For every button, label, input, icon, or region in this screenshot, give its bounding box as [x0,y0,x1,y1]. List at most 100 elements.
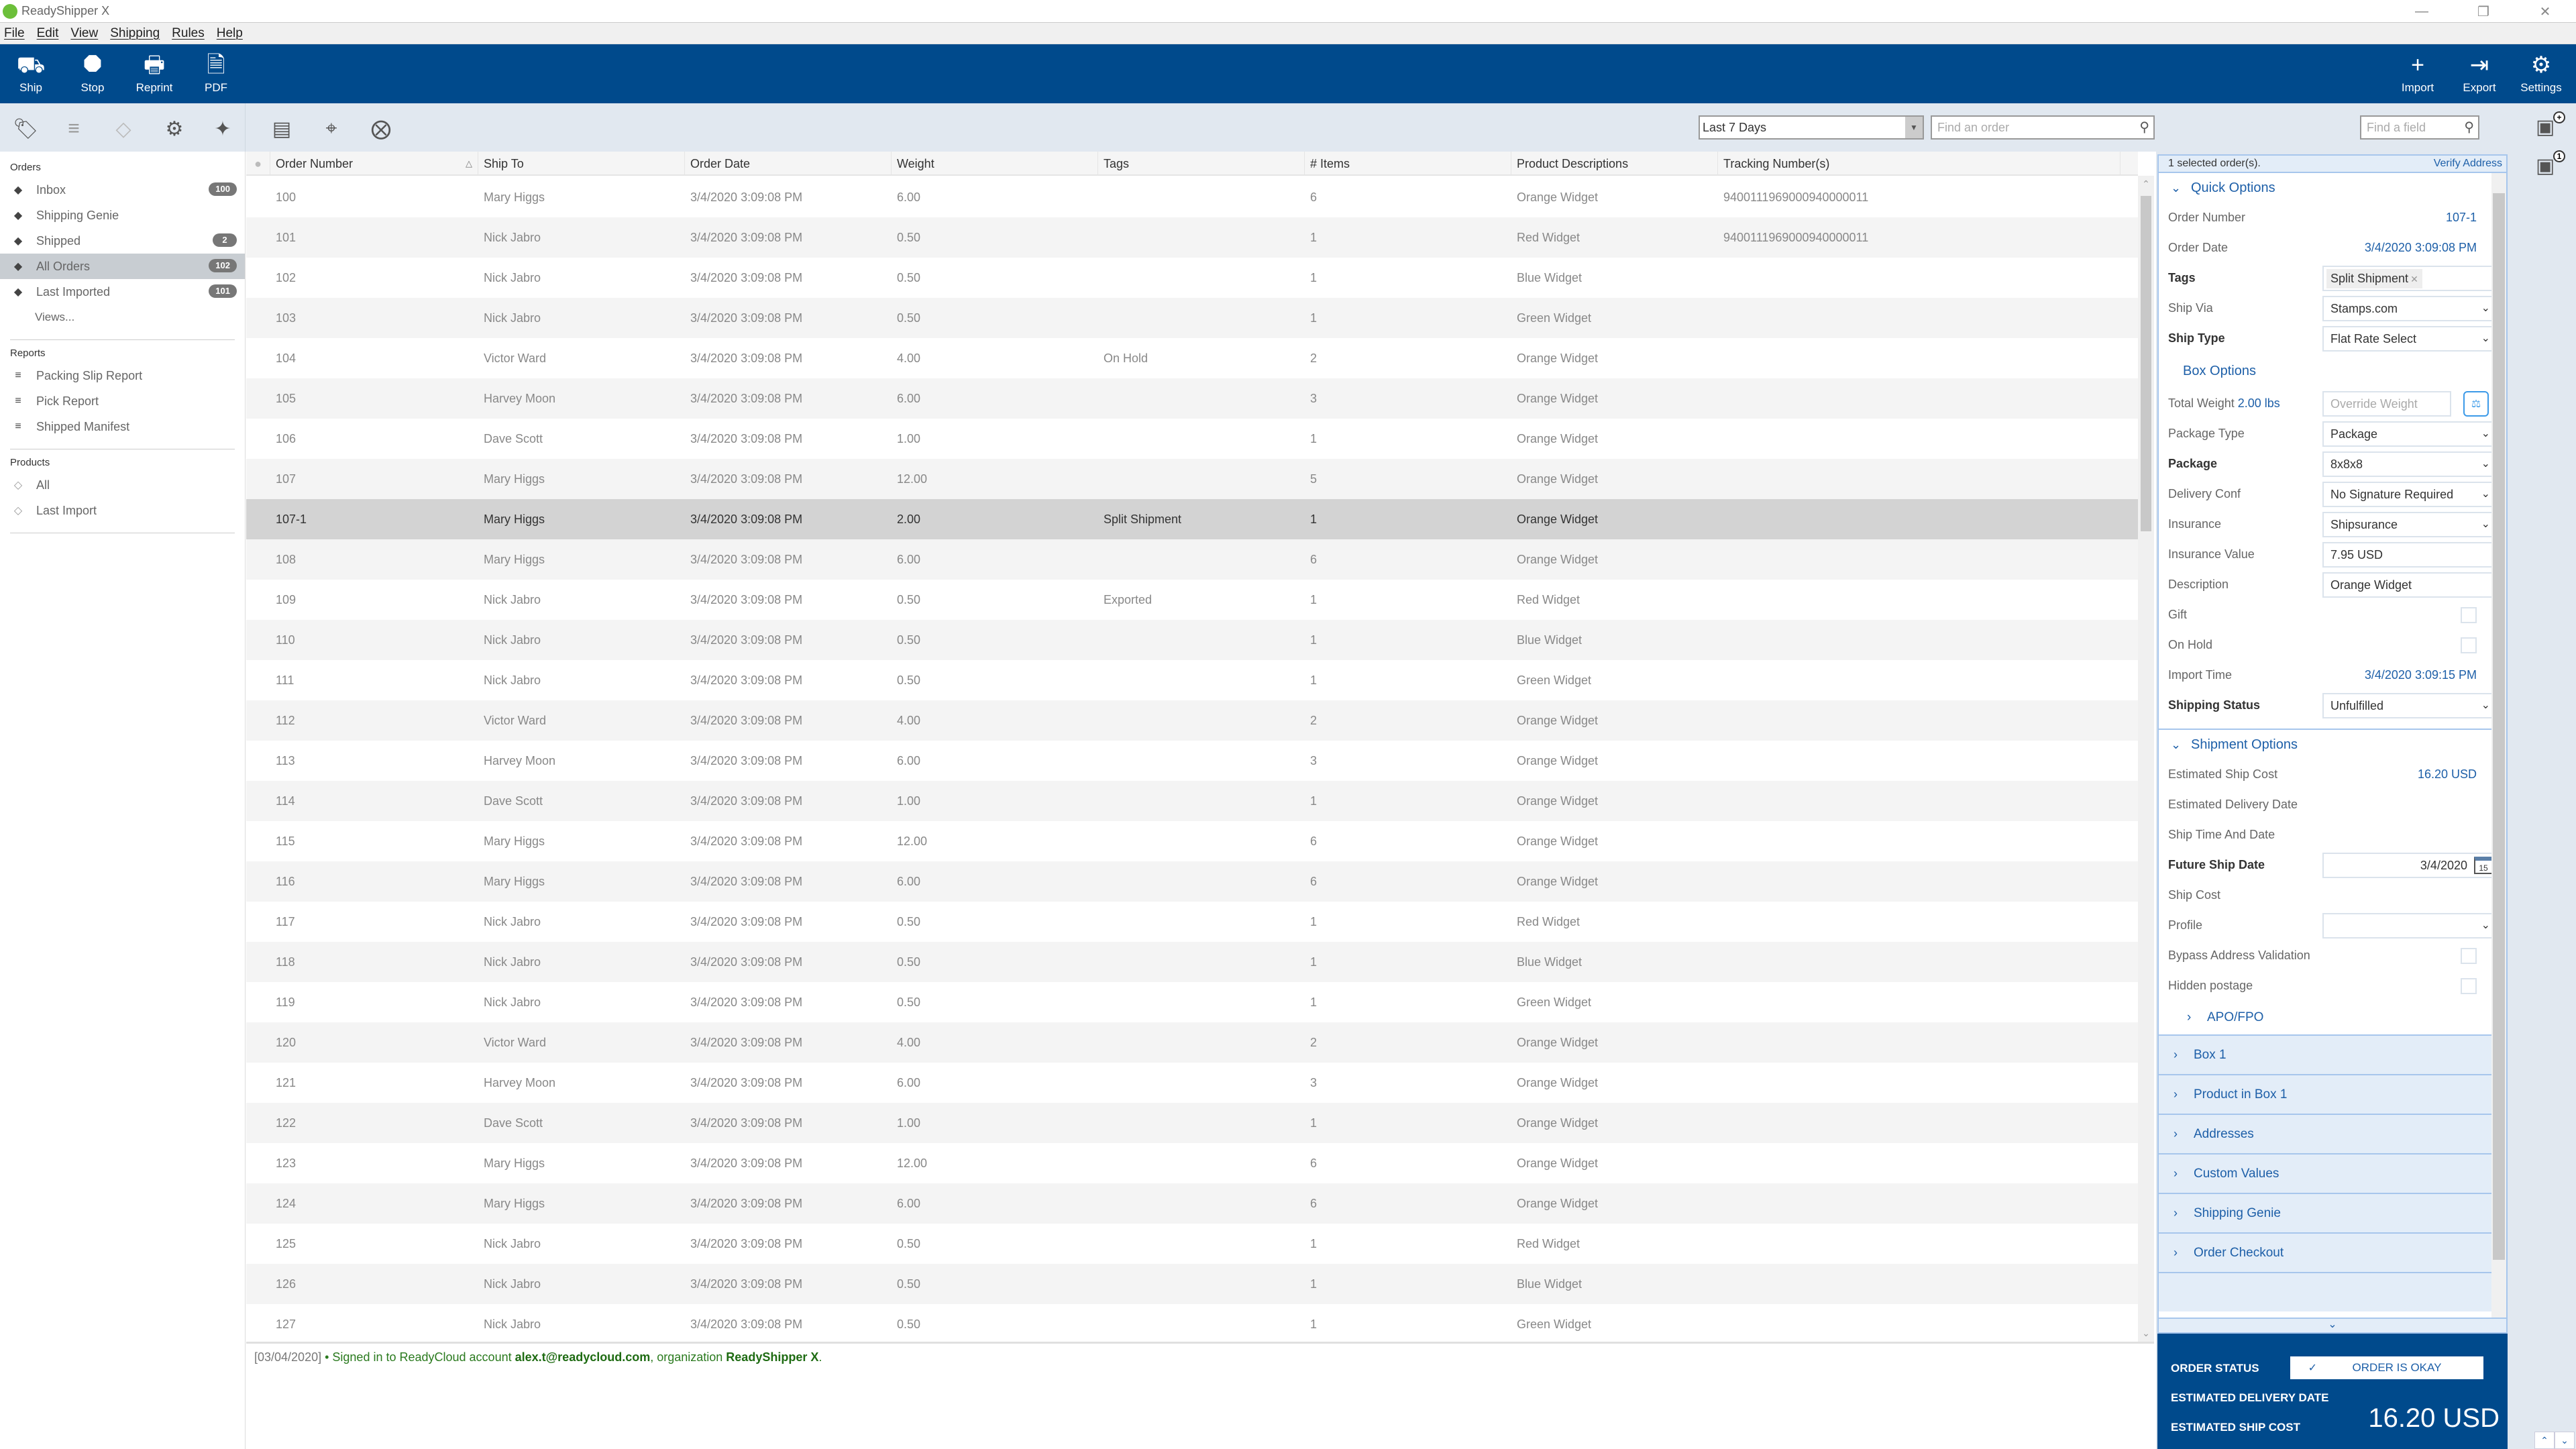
menu-file[interactable]: File [4,26,25,41]
previous-order-button[interactable]: ⌃ [2534,1432,2555,1449]
description-input[interactable]: Orange Widget [2322,572,2498,598]
hidden-postage-checkbox[interactable] [2461,977,2477,994]
table-row[interactable]: 111 Nick Jabro 3/4/2020 3:09:08 PM 0.50 1 Gre… [246,660,2138,700]
find-order-input[interactable]: Find an order ⚲ [1931,115,2155,140]
column-header-order-number[interactable]: Order Number △ [270,152,478,174]
column-header-ship-to[interactable]: Ship To [478,152,685,174]
section-box-1[interactable]: › Box 1 [2159,1034,2493,1074]
sidebar-item-shipped[interactable]: ◆ Shipped 2 [0,228,245,254]
details-scrollbar[interactable] [2491,173,2506,1318]
pdf-button[interactable]: 🗎 PDF [185,44,247,103]
table-row[interactable]: 102 Nick Jabro 3/4/2020 3:09:08 PM 0.50 1 Blu… [246,258,2138,298]
grid-scrollbar[interactable]: ⌃ ⌄ [2138,176,2154,1342]
table-row[interactable]: 110 Nick Jabro 3/4/2020 3:09:08 PM 0.50 1 Blu… [246,620,2138,660]
sidebar-item-last-imported[interactable]: ◆ Last Imported 101 [0,279,245,305]
table-row[interactable]: 107 Mary Higgs 3/4/2020 3:09:08 PM 12.00 5 Or… [246,459,2138,499]
find-field-input[interactable]: Find a field ⚲ [2360,115,2479,140]
report-lines-icon[interactable]: ≡ [60,115,87,142]
menu-view[interactable]: View [70,26,98,41]
table-row[interactable]: 116 Mary Higgs 3/4/2020 3:09:08 PM 6.00 6 Ora… [246,861,2138,902]
verify-address-link[interactable]: Verify Address [2434,158,2502,170]
date-filter-select[interactable]: Last 7 Days ▼ [1699,115,1924,140]
on-hold-checkbox[interactable] [2461,637,2477,653]
table-row[interactable]: 121 Harvey Moon 3/4/2020 3:09:08 PM 6.00 3 Or… [246,1063,2138,1103]
column-header-tracking-numbers[interactable]: Tracking Number(s) [1718,152,2121,174]
section-shipping-genie[interactable]: › Shipping Genie [2159,1193,2493,1232]
menu-shipping[interactable]: Shipping [110,26,160,41]
box-count-icon[interactable]: ▣ 1 [2536,150,2565,181]
table-row[interactable]: 118 Nick Jabro 3/4/2020 3:09:08 PM 0.50 1 Blu… [246,942,2138,982]
expand-more-button[interactable]: ⌄ [2157,1318,2508,1334]
table-row[interactable]: 113 Harvey Moon 3/4/2020 3:09:08 PM 6.00 3 Or… [246,741,2138,781]
tags-input[interactable]: Split Shipment ✕ [2322,265,2498,291]
sidebar-item-packing-slip-report[interactable]: ≡ Packing Slip Report [0,363,245,388]
dropdown-arrow-icon[interactable]: ▼ [1905,117,1923,138]
reprint-button[interactable]: 🖶 Reprint [123,44,185,103]
close-circle-icon[interactable]: ⨂ [368,115,394,142]
table-row[interactable]: 123 Mary Higgs 3/4/2020 3:09:08 PM 12.00 6 Or… [246,1143,2138,1183]
next-order-button[interactable]: ⌄ [2555,1432,2575,1449]
delivery-conf-select[interactable]: No Signature Required ⌄ [2322,481,2498,507]
shipment-options-header[interactable]: ⌄ Shipment Options [2159,730,2493,759]
sidebar-item-products-all[interactable]: ◇ All [0,472,245,498]
settings-button[interactable]: ⚙ Settings [2510,44,2572,103]
package-select[interactable]: 8x8x8 ⌄ [2322,451,2498,477]
table-row[interactable]: 104 Victor Ward 3/4/2020 3:09:08 PM 4.00 On … [246,338,2138,378]
search-icon[interactable]: ⚲ [2139,117,2149,138]
export-button[interactable]: ⇥ Export [2449,44,2510,103]
profile-select[interactable]: ⌄ [2322,912,2498,938]
ship-button[interactable]: ⛟ Ship [0,44,62,103]
table-row[interactable]: 105 Harvey Moon 3/4/2020 3:09:08 PM 6.00 3 Or… [246,378,2138,419]
table-row[interactable]: 106 Dave Scott 3/4/2020 3:09:08 PM 1.00 1 Ora… [246,419,2138,459]
ship-via-select[interactable]: Stamps.com ⌄ [2322,295,2498,321]
sidebar-item-inbox[interactable]: ◆ Inbox 100 [0,177,245,203]
add-box-icon[interactable]: ▣ + [2536,111,2565,142]
document-icon[interactable]: ▤ [268,115,295,142]
sidebar-item-pick-report[interactable]: ≡ Pick Report [0,388,245,414]
table-row[interactable]: 108 Mary Higgs 3/4/2020 3:09:08 PM 6.00 6 Ora… [246,539,2138,580]
shipping-status-select[interactable]: Unfulfilled ⌄ [2322,692,2498,718]
section-partially-hidden[interactable] [2159,1272,2493,1311]
scroll-thumb[interactable] [2141,196,2151,531]
table-row[interactable]: 109 Nick Jabro 3/4/2020 3:09:08 PM 0.50 Expo… [246,580,2138,620]
insurance-value-input[interactable]: 7.95 USD [2322,541,2498,568]
table-row[interactable]: 100 Mary Higgs 3/4/2020 3:09:08 PM 6.00 6 Ora… [246,177,2138,217]
sidebar-item-shipping-genie[interactable]: ◆ Shipping Genie [0,203,245,228]
restore-button[interactable]: ❐ [2453,0,2514,23]
tag-icon[interactable]: 🏷 [12,115,39,142]
section-custom-values[interactable]: › Custom Values [2159,1153,2493,1193]
table-row[interactable]: 114 Dave Scott 3/4/2020 3:09:08 PM 1.00 1 Ora… [246,781,2138,821]
scroll-down-icon[interactable]: ⌄ [2138,1328,2154,1339]
table-row[interactable]: 112 Victor Ward 3/4/2020 3:09:08 PM 4.00 2 Or… [246,700,2138,741]
product-tag-icon[interactable]: ◇ [110,115,137,142]
stop-button[interactable]: ⯃ Stop [62,44,123,103]
table-row[interactable]: 122 Dave Scott 3/4/2020 3:09:08 PM 1.00 1 Ora… [246,1103,2138,1143]
column-header-tags[interactable]: Tags [1098,152,1305,174]
menu-edit[interactable]: Edit [37,26,59,41]
sidebar-item-all-orders[interactable]: ◆ All Orders 102 [0,254,245,279]
crosshair-icon[interactable]: ⌖ [318,115,345,142]
sidebar-item-products-last-import[interactable]: ◇ Last Import [0,498,245,523]
column-header-order-date[interactable]: Order Date [685,152,892,174]
warning-column-icon[interactable]: ● [246,152,270,174]
column-header-items[interactable]: # Items [1305,152,1511,174]
scroll-up-icon[interactable]: ⌃ [2138,178,2154,190]
scroll-thumb[interactable] [2493,193,2505,1260]
menu-rules[interactable]: Rules [172,26,205,41]
magic-wand-icon[interactable]: ✦ [209,115,236,142]
gift-checkbox[interactable] [2461,606,2477,623]
section-addresses[interactable]: › Addresses [2159,1114,2493,1153]
table-row[interactable]: 125 Nick Jabro 3/4/2020 3:09:08 PM 0.50 1 Red… [246,1224,2138,1264]
column-header-weight[interactable]: Weight [892,152,1098,174]
scale-icon[interactable]: ⚖ [2463,390,2489,417]
package-type-select[interactable]: Package ⌄ [2322,421,2498,447]
table-row[interactable]: 120 Victor Ward 3/4/2020 3:09:08 PM 4.00 2 Or… [246,1022,2138,1063]
table-row[interactable]: 103 Nick Jabro 3/4/2020 3:09:08 PM 0.50 1 Gre… [246,298,2138,338]
table-row[interactable]: 124 Mary Higgs 3/4/2020 3:09:08 PM 6.00 6 Ora… [246,1183,2138,1224]
apo-fpo-expander[interactable]: › APO/FPO [2159,1001,2493,1034]
table-row[interactable]: 101 Nick Jabro 3/4/2020 3:09:08 PM 0.50 1 Red… [246,217,2138,258]
minimize-button[interactable]: — [2391,0,2453,23]
section-product-in-box-1[interactable]: › Product in Box 1 [2159,1074,2493,1114]
menu-help[interactable]: Help [217,26,243,41]
override-weight-input[interactable]: Override Weight [2322,390,2451,417]
